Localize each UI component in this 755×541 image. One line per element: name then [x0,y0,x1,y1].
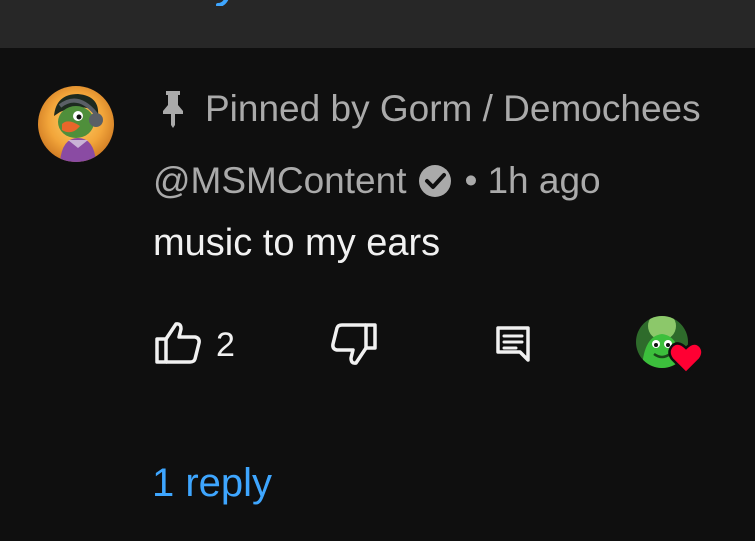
view-replies-button[interactable]: 1 reply [152,458,272,508]
pinned-label: Pinned by Gorm / Demochees [205,88,701,129]
separator-dot: • [464,160,478,201]
like-button[interactable]: 2 [154,321,235,370]
author-handle[interactable]: @MSMContent [153,160,406,202]
thumbs-down-icon [330,323,378,370]
reply-button[interactable] [494,322,534,368]
commenter-avatar[interactable] [38,86,114,162]
comment-header: @MSMContent • 1h ago [153,158,601,204]
pinned-indicator: Pinned by Gorm / Demochees [157,86,701,132]
comment-timestamp[interactable]: 1h ago [487,160,600,202]
comment-reply-icon [494,326,534,372]
dislike-button[interactable] [330,322,378,368]
comment-body: music to my ears [153,222,441,264]
previous-section-strip [0,0,755,48]
verified-check-icon [418,164,452,198]
thumbs-up-icon [154,321,202,370]
cropped-link-glyph [212,0,238,7]
like-count: 2 [216,325,235,364]
creator-heart [636,316,706,378]
pin-icon [157,89,189,129]
heart-icon [668,340,704,376]
